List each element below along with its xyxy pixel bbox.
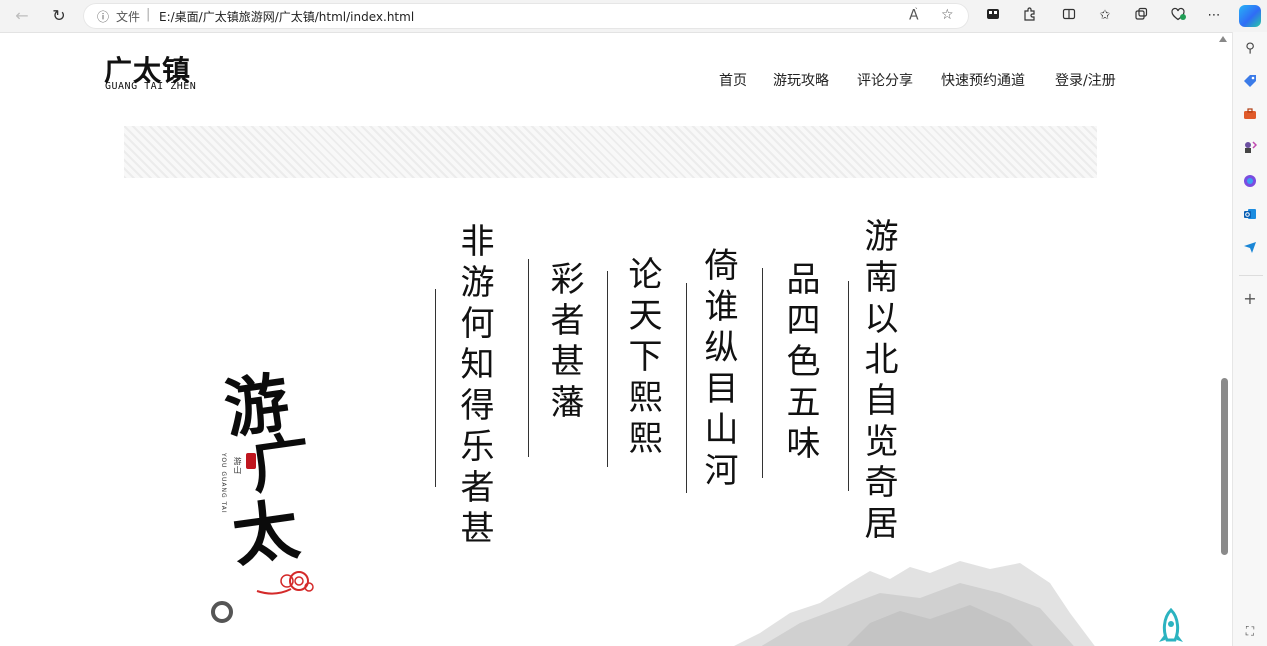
calligraphy-subtext: 游山	[233, 457, 242, 475]
poem-divider	[528, 259, 529, 457]
toolbox-icon[interactable]	[1241, 107, 1259, 125]
send-icon[interactable]	[1241, 240, 1259, 258]
search-icon[interactable]: ⚲	[1241, 40, 1259, 58]
red-seal-stamp	[246, 453, 256, 469]
extension-panel-icon[interactable]	[984, 7, 1002, 25]
read-aloud-label: A	[909, 7, 919, 24]
pattern-banner	[124, 126, 1097, 178]
poem-column-6: 非游何知得乐者甚	[454, 223, 494, 551]
nav-reviews[interactable]: 评论分享	[857, 70, 913, 90]
shopping-tag-icon[interactable]	[1241, 74, 1259, 92]
browser-essentials-icon[interactable]	[1170, 7, 1188, 25]
extensions-puzzle-icon[interactable]	[1020, 7, 1038, 25]
favorites-icon[interactable]: ✩	[1096, 7, 1114, 25]
nav-home[interactable]: 首页	[719, 70, 747, 90]
screenshot-icon[interactable]: ⛶	[1241, 622, 1259, 640]
back-to-top-rocket-icon[interactable]	[1155, 608, 1187, 646]
calligraphy-pinyin: YOU GUANG TAI	[220, 453, 227, 514]
browser-toolbar: ← ↻ ⓘ 文件 | E:/桌面/广太镇旅游网/广太镇/html/index.h…	[0, 0, 1267, 33]
sidebar-divider	[1239, 275, 1263, 276]
split-screen-icon[interactable]	[1060, 7, 1078, 25]
poem-divider	[607, 271, 608, 467]
poem-divider	[686, 283, 687, 493]
poem-divider	[762, 268, 763, 478]
nav-travel-guide[interactable]: 游玩攻略	[773, 70, 829, 90]
copilot-icon[interactable]	[1239, 5, 1261, 27]
poem-column-2: 品四色五味	[780, 261, 820, 466]
ink-mountain-image	[734, 561, 1095, 646]
collections-icon[interactable]	[1132, 7, 1150, 25]
more-menu-icon[interactable]: ⋯	[1205, 7, 1223, 25]
microsoft365-icon[interactable]	[1241, 174, 1259, 192]
scroll-up-arrow-icon[interactable]	[1219, 36, 1227, 42]
poem-column-5: 彩者甚藩	[544, 261, 584, 425]
back-arrow-icon[interactable]: ←	[11, 6, 33, 26]
nav-booking[interactable]: 快速预约通道	[941, 70, 1025, 90]
favorite-star-icon[interactable]: ☆	[941, 7, 954, 23]
calligraphy-char: 太	[227, 489, 304, 577]
site-logo-subtitle: GUANG TAI ZHEN	[105, 81, 197, 92]
address-file-label: 文件	[116, 10, 141, 24]
address-url[interactable]: E:/桌面/广太镇旅游网/广太镇/html/index.html	[159, 8, 414, 25]
web-page: 广太镇 GUANG TAI ZHEN 首页 游玩攻略 评论分享 快速预约通道 登…	[0, 33, 1218, 646]
loading-ring-icon	[211, 601, 233, 623]
address-bar[interactable]: ⓘ 文件 | E:/桌面/广太镇旅游网/广太镇/html/index.html …	[83, 3, 969, 29]
scrollbar-thumb[interactable]	[1221, 378, 1228, 555]
info-icon[interactable]: ⓘ	[97, 8, 109, 25]
poem-divider	[848, 281, 849, 491]
outlook-icon[interactable]	[1241, 207, 1259, 225]
poem-column-1: 游南以北自览奇居	[858, 218, 898, 546]
add-icon[interactable]: +	[1241, 290, 1259, 308]
poem-divider	[435, 289, 436, 487]
address-separator: |	[146, 7, 151, 22]
browser-sidebar: ⚲ + ⛶	[1232, 32, 1267, 646]
read-aloud-icon[interactable]: À	[909, 7, 919, 24]
auspicious-cloud-icon	[256, 571, 314, 595]
poem-column-3: 倚谁纵目山河	[698, 247, 738, 493]
refresh-icon[interactable]: ↻	[48, 6, 70, 26]
games-icon[interactable]	[1241, 140, 1259, 158]
nav-login-register[interactable]: 登录/注册	[1055, 70, 1116, 90]
poem-column-4: 论天下熙熙	[622, 256, 662, 461]
